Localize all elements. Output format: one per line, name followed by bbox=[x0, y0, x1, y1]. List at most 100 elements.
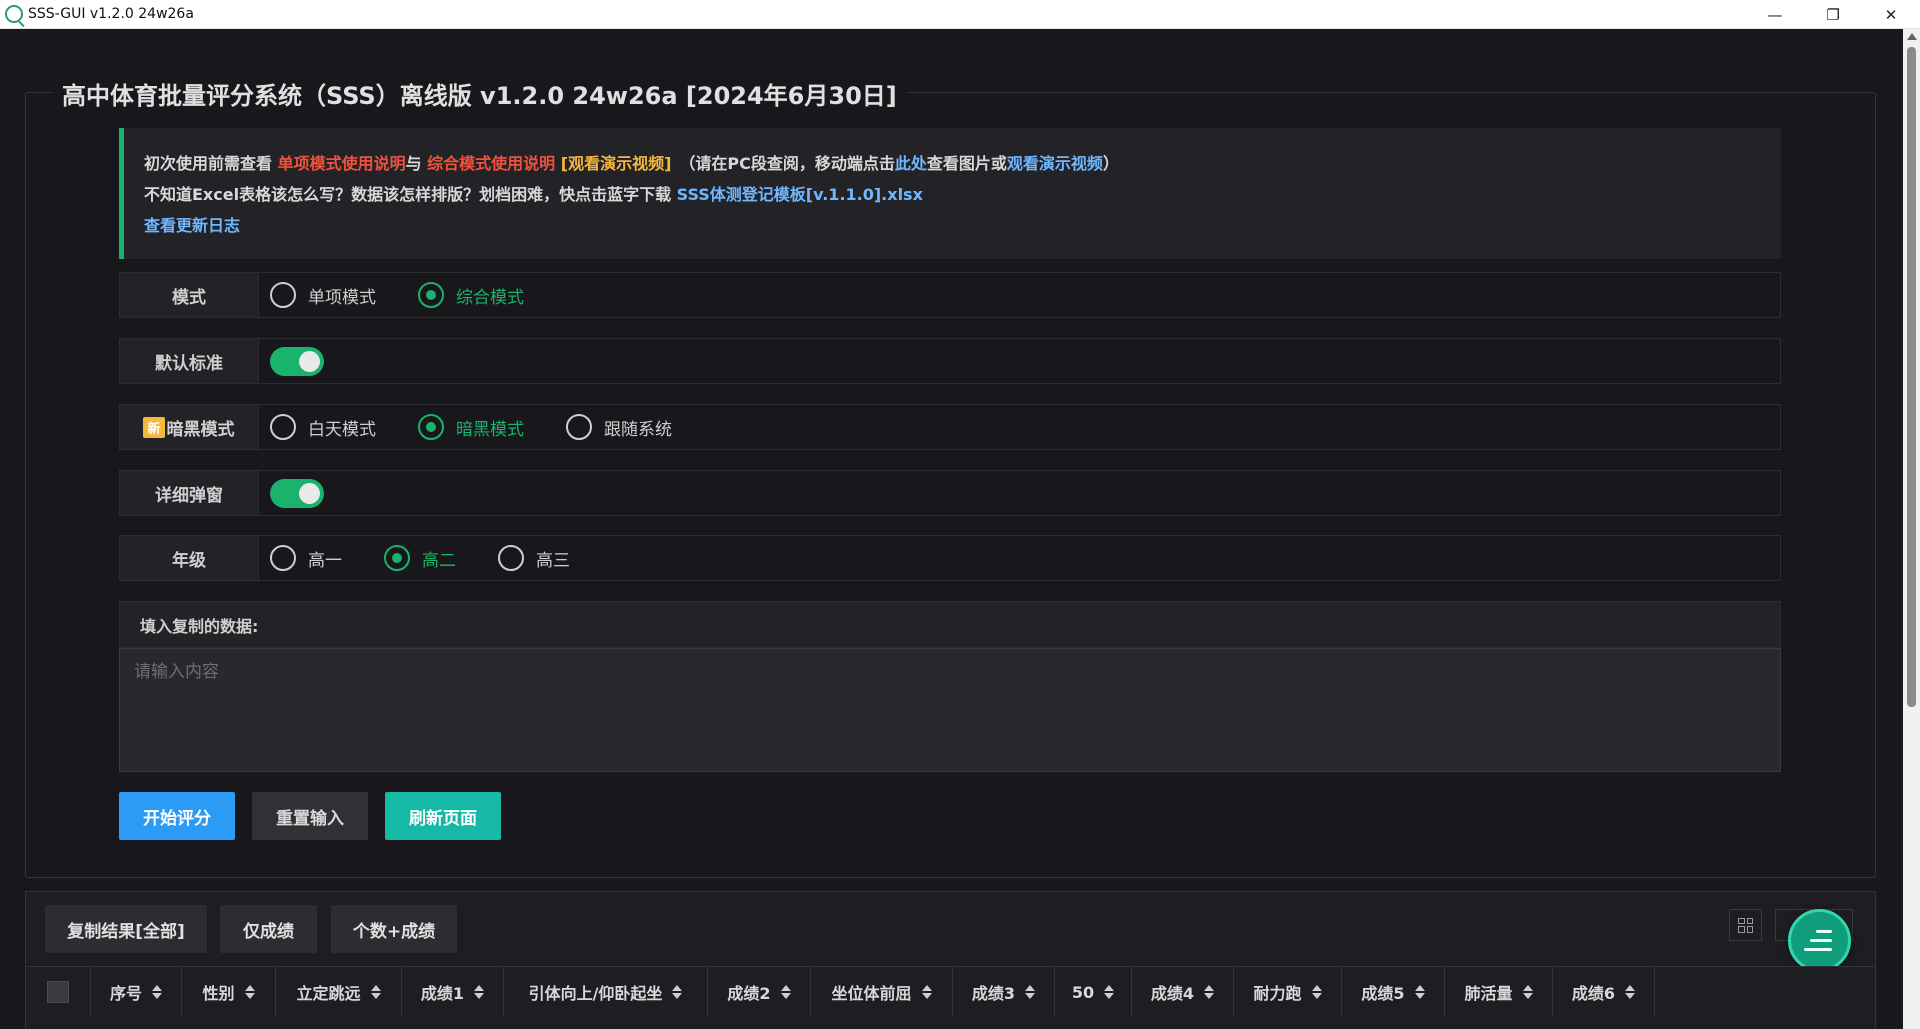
column-header[interactable]: 成绩1 bbox=[402, 967, 504, 1017]
select-all-checkbox-cell bbox=[26, 967, 91, 1017]
dark-mode-row: 新暗黑模式 白天模式 暗黑模式 跟随系统 bbox=[119, 404, 1781, 450]
dark-mode-label: 新暗黑模式 bbox=[120, 405, 259, 449]
notice-box: 初次使用前需查看 单项模式使用说明与 综合模式使用说明 [观看演示视频] （请在… bbox=[119, 128, 1781, 259]
mobile-video-link[interactable]: 观看演示视频 bbox=[1007, 154, 1103, 173]
default-standard-label: 默认标准 bbox=[120, 339, 259, 383]
default-standard-toggle[interactable] bbox=[270, 346, 324, 376]
column-header[interactable]: 成绩6 bbox=[1553, 967, 1655, 1017]
sort-icon[interactable] bbox=[672, 985, 683, 999]
notice-text: 不知道Excel表格该怎么写？数据该怎样排版？划档困难，快点击蓝字下载 bbox=[144, 185, 677, 204]
column-header[interactable]: 成绩4 bbox=[1132, 967, 1234, 1017]
radio-combined-mode[interactable]: 综合模式 bbox=[418, 282, 524, 308]
vertical-scrollbar[interactable] bbox=[1903, 29, 1920, 1029]
menu-icon bbox=[1816, 930, 1832, 933]
close-button[interactable]: ✕ bbox=[1862, 0, 1920, 29]
column-header[interactable]: 性别 bbox=[182, 967, 276, 1017]
column-header-label: 肺活量 bbox=[1464, 984, 1513, 1003]
grid-icon bbox=[1738, 917, 1753, 933]
radio-label: 高一 bbox=[308, 550, 342, 571]
restore-button[interactable]: ❐ bbox=[1804, 0, 1862, 29]
template-download-link[interactable]: SSS体测登记模板[v.1.1.0].xlsx bbox=[677, 185, 923, 204]
column-header-label: 成绩2 bbox=[727, 984, 771, 1003]
scroll-up-icon[interactable] bbox=[1907, 33, 1917, 40]
combined-mode-guide-link[interactable]: 综合模式使用说明 bbox=[427, 154, 555, 173]
column-header-label: 性别 bbox=[202, 984, 235, 1003]
radio-checked-icon bbox=[418, 282, 444, 308]
copy-count-and-scores-button[interactable]: 个数+成绩 bbox=[331, 905, 457, 953]
radio-dark-mode[interactable]: 暗黑模式 bbox=[418, 414, 524, 440]
dark-mode-label-text: 暗黑模式 bbox=[166, 419, 235, 440]
radio-label: 暗黑模式 bbox=[456, 419, 524, 440]
radio-icon bbox=[270, 282, 296, 308]
results-table-header: 序号 性别 立定跳远 成绩1 引体向上/仰卧起坐 成绩2 坐位体前屈 成绩3 5… bbox=[26, 966, 1875, 1017]
column-header[interactable]: 成绩2 bbox=[708, 967, 811, 1017]
reset-input-button[interactable]: 重置输入 bbox=[252, 792, 368, 840]
sort-icon[interactable] bbox=[370, 985, 381, 999]
notice-line-1: 初次使用前需查看 单项模式使用说明与 综合模式使用说明 [观看演示视频] （请在… bbox=[144, 148, 1781, 179]
data-input-textarea[interactable] bbox=[119, 648, 1781, 772]
refresh-page-button[interactable]: 刷新页面 bbox=[385, 792, 501, 840]
mobile-here-link[interactable]: 此处 bbox=[895, 154, 927, 173]
menu-icon bbox=[1804, 948, 1832, 951]
notice-text: 查看图片或 bbox=[926, 154, 1007, 173]
radio-icon bbox=[566, 414, 592, 440]
sort-icon[interactable] bbox=[152, 985, 162, 999]
sort-icon[interactable] bbox=[1522, 985, 1533, 999]
column-header[interactable]: 引体向上/仰卧起坐 bbox=[504, 967, 708, 1017]
window-titlebar: SSS-GUI v1.2.0 24w26a — ❐ ✕ bbox=[0, 0, 1920, 29]
column-header[interactable]: 50 bbox=[1055, 967, 1132, 1017]
toggle-knob bbox=[299, 350, 320, 372]
start-scoring-button[interactable]: 开始评分 bbox=[119, 792, 235, 840]
minimize-button[interactable]: — bbox=[1746, 0, 1804, 29]
radio-grade-3[interactable]: 高三 bbox=[498, 545, 570, 571]
detail-popup-toggle[interactable] bbox=[270, 478, 324, 508]
notice-line-2: 不知道Excel表格该怎么写？数据该怎样排版？划档困难，快点击蓝字下载 SSS体… bbox=[144, 179, 1781, 210]
sort-icon[interactable] bbox=[1625, 985, 1636, 999]
sort-icon[interactable] bbox=[1311, 985, 1322, 999]
column-header[interactable]: 肺活量 bbox=[1445, 967, 1553, 1017]
window-title: SSS-GUI v1.2.0 24w26a bbox=[28, 6, 194, 22]
sort-icon[interactable] bbox=[1025, 985, 1036, 999]
menu-icon bbox=[1810, 939, 1832, 942]
column-header[interactable]: 耐力跑 bbox=[1234, 967, 1342, 1017]
radio-label: 单项模式 bbox=[308, 287, 376, 308]
floating-menu-button[interactable] bbox=[1788, 909, 1851, 972]
radio-light-mode[interactable]: 白天模式 bbox=[270, 414, 376, 440]
column-header-label: 引体向上/仰卧起坐 bbox=[528, 984, 663, 1003]
column-header[interactable]: 成绩3 bbox=[953, 967, 1055, 1017]
radio-single-mode[interactable]: 单项模式 bbox=[270, 282, 376, 308]
select-all-checkbox[interactable] bbox=[47, 981, 69, 1003]
radio-follow-system[interactable]: 跟随系统 bbox=[566, 414, 672, 440]
column-layout-button[interactable] bbox=[1729, 909, 1762, 941]
changelog-link[interactable]: 查看更新日志 bbox=[144, 216, 240, 235]
column-header[interactable]: 立定跳远 bbox=[276, 967, 402, 1017]
column-header-label: 序号 bbox=[109, 984, 142, 1003]
column-header[interactable]: 成绩5 bbox=[1342, 967, 1445, 1017]
sort-icon[interactable] bbox=[1204, 985, 1215, 999]
radio-grade-1[interactable]: 高一 bbox=[270, 545, 342, 571]
sort-icon[interactable] bbox=[921, 985, 932, 999]
demo-video-link[interactable]: [观看演示视频] bbox=[561, 154, 672, 173]
radio-label: 白天模式 bbox=[308, 419, 376, 440]
column-header-label: 耐力跑 bbox=[1253, 984, 1302, 1003]
app-logo-icon bbox=[5, 5, 23, 23]
single-mode-guide-link[interactable]: 单项模式使用说明 bbox=[278, 154, 406, 173]
sort-icon[interactable] bbox=[1414, 985, 1425, 999]
column-header[interactable]: 坐位体前屈 bbox=[811, 967, 953, 1017]
sort-icon[interactable] bbox=[474, 985, 485, 999]
mode-label: 模式 bbox=[120, 273, 259, 317]
scrollbar-thumb[interactable] bbox=[1907, 47, 1916, 707]
sort-icon[interactable] bbox=[1104, 985, 1115, 999]
radio-label: 综合模式 bbox=[456, 287, 524, 308]
new-badge: 新 bbox=[143, 416, 165, 438]
column-header-label: 成绩1 bbox=[420, 984, 465, 1003]
sort-icon[interactable] bbox=[244, 985, 255, 999]
column-header-label: 成绩5 bbox=[1361, 984, 1405, 1003]
sort-icon[interactable] bbox=[780, 985, 791, 999]
radio-icon bbox=[270, 545, 296, 571]
column-header[interactable]: 序号 bbox=[91, 967, 182, 1017]
copy-all-results-button[interactable]: 复制结果[全部] bbox=[45, 905, 207, 953]
copy-scores-only-button[interactable]: 仅成绩 bbox=[220, 905, 317, 953]
radio-grade-2[interactable]: 高二 bbox=[384, 545, 456, 571]
default-standard-row: 默认标准 bbox=[119, 338, 1781, 384]
